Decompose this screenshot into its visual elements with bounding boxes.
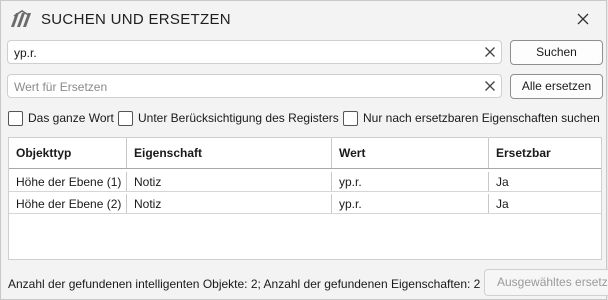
app-logo-icon [11, 10, 31, 27]
table-cell: Höhe der Ebene (1) [9, 172, 127, 191]
option-whole-word[interactable]: Das ganze Wort [8, 109, 114, 127]
search-replace-dialog: SUCHEN UND ERSETZEN Suchen Alle ersetzen… [0, 0, 608, 300]
results-table: Objekttyp Eigenschaft Wert Ersetzbar Höh… [8, 137, 602, 260]
search-field [7, 40, 502, 64]
status-text: Anzahl der gefundenen intelligenten Obje… [8, 277, 481, 291]
replace-field [7, 74, 502, 98]
close-button[interactable] [571, 9, 595, 29]
table-cell: yp.r. [332, 194, 489, 213]
clear-icon[interactable] [483, 79, 497, 93]
close-icon [577, 13, 589, 25]
column-header[interactable]: Objekttyp [9, 138, 127, 168]
table-cell: Ja [496, 196, 509, 211]
table-cell: yp.r. [332, 172, 489, 191]
table-cell: Höhe der Ebene (2) [9, 194, 127, 213]
replace-all-button[interactable]: Alle ersetzen [510, 74, 603, 99]
table-cell: Notiz [127, 172, 332, 191]
table-row[interactable]: Höhe der Ebene (2) Notiz yp.r. Ja [9, 194, 601, 214]
option-replaceable-only[interactable]: Nur nach ersetzbaren Eigenschaften suche… [343, 109, 600, 127]
search-input[interactable] [14, 44, 474, 61]
column-header[interactable]: Eigenschaft [127, 138, 332, 168]
option-label: Unter Berücksichtigung des Registers [138, 111, 339, 125]
replace-selected-button[interactable]: Ausgewähltes ersetzen [484, 269, 608, 296]
column-header[interactable]: Wert [332, 138, 489, 168]
option-label: Nur nach ersetzbaren Eigenschaften suche… [363, 111, 600, 125]
option-match-case[interactable]: Unter Berücksichtigung des Registers [118, 109, 339, 127]
table-header: Objekttyp Eigenschaft Wert Ersetzbar [9, 138, 601, 169]
replace-input[interactable] [14, 78, 474, 95]
table-row[interactable]: Höhe der Ebene (1) Notiz yp.r. Ja [9, 172, 601, 192]
search-options: Das ganze Wort Unter Berücksichtigung de… [8, 109, 608, 127]
table-cell: Notiz [127, 194, 332, 213]
checkbox[interactable] [343, 110, 358, 126]
checkbox[interactable] [118, 110, 133, 126]
table-cell: Ja [496, 174, 509, 189]
checkbox[interactable] [8, 110, 23, 126]
search-button[interactable]: Suchen [510, 40, 603, 65]
title-bar: SUCHEN UND ERSETZEN [1, 1, 606, 37]
column-header[interactable]: Ersetzbar [489, 138, 601, 168]
dialog-title: SUCHEN UND ERSETZEN [41, 11, 231, 28]
option-label: Das ganze Wort [28, 111, 114, 125]
clear-icon[interactable] [483, 45, 497, 59]
